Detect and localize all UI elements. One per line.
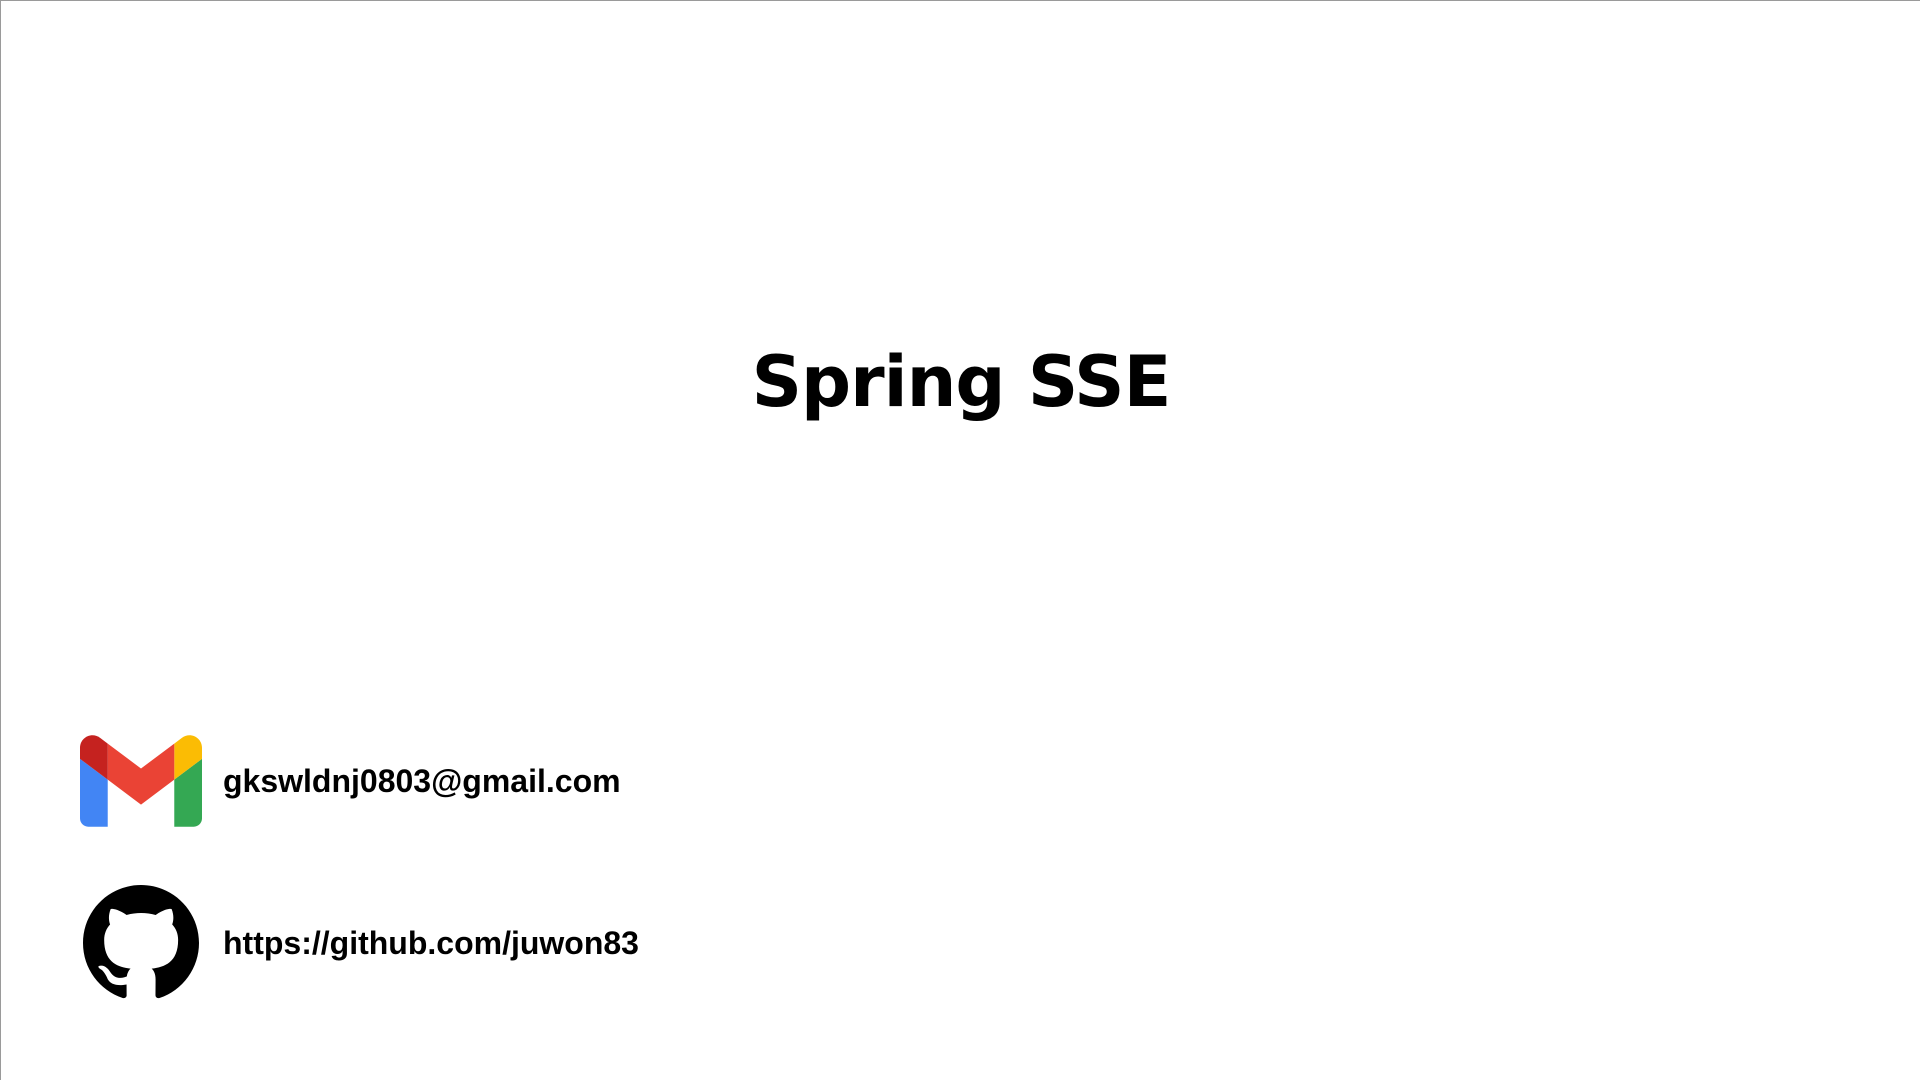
slide: Spring SSE gkswldnj0803@gmail.com https:… bbox=[0, 0, 1920, 1080]
github-link[interactable]: https://github.com/juwon83 bbox=[223, 923, 639, 963]
github-contact-row: https://github.com/juwon83 bbox=[79, 885, 639, 1001]
slide-title: Spring SSE bbox=[751, 341, 1172, 423]
email-text[interactable]: gkswldnj0803@gmail.com bbox=[223, 761, 621, 801]
email-contact-row: gkswldnj0803@gmail.com bbox=[79, 735, 621, 827]
github-icon bbox=[79, 885, 203, 1001]
gmail-icon bbox=[79, 735, 203, 827]
